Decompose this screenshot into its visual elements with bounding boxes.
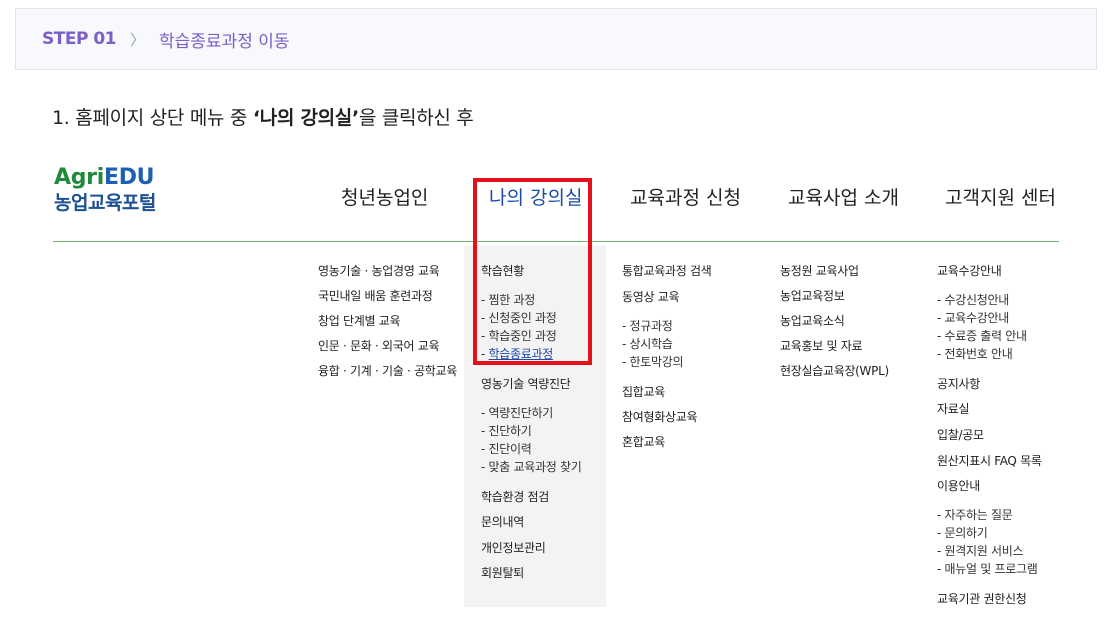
menu-item[interactable]: 영농기술 · 농업경영 교육 xyxy=(318,262,440,279)
menu-item-video[interactable]: 동영상 교육 xyxy=(622,288,680,305)
menu-subitem[interactable]: - 진단하기 xyxy=(481,422,532,439)
instruction-highlight: ‘나의 강의실’ xyxy=(252,107,359,129)
menu-item-environment[interactable]: 학습환경 점검 xyxy=(481,488,549,505)
instruction-text: 1. 홈페이지 상단 메뉴 중 ‘나의 강의실’을 클릭하신 후 xyxy=(52,103,474,130)
menu-item[interactable]: 현장실습교육장(WPL) xyxy=(780,362,889,379)
menu-item[interactable]: 농업교육소식 xyxy=(780,312,845,329)
menu-item-blended[interactable]: 혼합교육 xyxy=(622,433,665,450)
menu-item-search[interactable]: 통합교육과정 검색 xyxy=(622,262,712,279)
menu-item-diagnosis[interactable]: 영농기술 역량진단 xyxy=(481,375,571,392)
menu-item-institution[interactable]: 교육기관 권한신청 xyxy=(937,590,1027,607)
menu-subitem[interactable]: - 상시학습 xyxy=(622,335,673,352)
menu-item-bid[interactable]: 입찰/공모 xyxy=(937,426,984,443)
logo-agri: Agri xyxy=(54,165,104,190)
menu-subitem[interactable]: - 정규과정 xyxy=(622,317,673,334)
step-breadcrumb: STEP 01 〉 학습종료과정 이동 xyxy=(15,8,1097,70)
menu-item[interactable]: 인문 · 문화 · 외국어 교육 xyxy=(318,337,440,354)
site-logo[interactable]: AgriEDU 농업교육포털 xyxy=(54,166,156,216)
menu-item-privacy[interactable]: 개인정보관리 xyxy=(481,539,546,556)
menu-subitem[interactable]: - 수료증 출력 안내 xyxy=(937,327,1027,344)
menu-subitem[interactable]: - 문의하기 xyxy=(937,524,988,541)
menu-subitem[interactable]: - 원격지원 서비스 xyxy=(937,542,1024,559)
menu-item-group[interactable]: 집합교육 xyxy=(622,383,665,400)
menu-item[interactable]: 창업 단계별 교육 xyxy=(318,312,401,329)
menu-item-withdraw[interactable]: 회원탈퇴 xyxy=(481,564,524,581)
highlight-box xyxy=(473,178,592,365)
menu-item[interactable]: 농정원 교육사업 xyxy=(780,262,859,279)
menu-item-archive[interactable]: 자료실 xyxy=(937,400,970,417)
step-title: 학습종료과정 이동 xyxy=(159,31,290,52)
instruction-prefix: 1. 홈페이지 상단 메뉴 중 xyxy=(52,107,253,129)
gnb-support-center[interactable]: 고객지원 센터 xyxy=(945,183,1056,210)
menu-subitem[interactable]: - 수강신청안내 xyxy=(937,291,1009,308)
instruction-suffix: 을 클릭하신 후 xyxy=(358,107,474,129)
menu-subitem[interactable]: - 한토막강의 xyxy=(622,353,684,370)
gnb-program-intro[interactable]: 교육사업 소개 xyxy=(788,183,899,210)
menu-item[interactable]: 농업교육정보 xyxy=(780,287,845,304)
step-number: STEP 01 xyxy=(42,29,117,49)
menu-item-participatory[interactable]: 참여형화상교육 xyxy=(622,408,697,425)
menu-subitem[interactable]: - 자주하는 질문 xyxy=(937,506,1013,523)
menu-subitem[interactable]: - 역량진단하기 xyxy=(481,404,553,421)
menu-subitem[interactable]: - 교육수강안내 xyxy=(937,309,1009,326)
menu-subitem[interactable]: - 맞춤 교육과정 찾기 xyxy=(481,458,582,475)
menu-item[interactable]: 융합 · 기계 · 기술 · 공학교육 xyxy=(318,362,457,379)
gnb-course-apply[interactable]: 교육과정 신청 xyxy=(630,183,741,210)
menu-item-origin-faq[interactable]: 원산지표시 FAQ 목록 xyxy=(937,452,1042,469)
menu-item[interactable]: 교육홍보 및 자료 xyxy=(780,337,863,354)
menu-item[interactable]: 국민내일 배움 훈련과정 xyxy=(318,287,433,304)
menu-subitem[interactable]: - 진단이력 xyxy=(481,440,532,457)
chevron-right-icon: 〉 xyxy=(130,30,146,49)
menu-item-inquiry[interactable]: 문의내역 xyxy=(481,513,524,530)
menu-subitem[interactable]: - 전화번호 안내 xyxy=(937,345,1013,362)
menu-item-guide[interactable]: 교육수강안내 xyxy=(937,262,1002,279)
menu-item-notice[interactable]: 공지사항 xyxy=(937,375,980,392)
menu-subitem[interactable]: - 매뉴얼 및 프로그램 xyxy=(937,560,1038,577)
logo-edu: EDU xyxy=(103,165,155,190)
gnb-youth[interactable]: 청년농업인 xyxy=(341,183,428,210)
menu-item-usage[interactable]: 이용안내 xyxy=(937,477,980,494)
logo-subtitle: 농업교육포털 xyxy=(54,192,156,214)
